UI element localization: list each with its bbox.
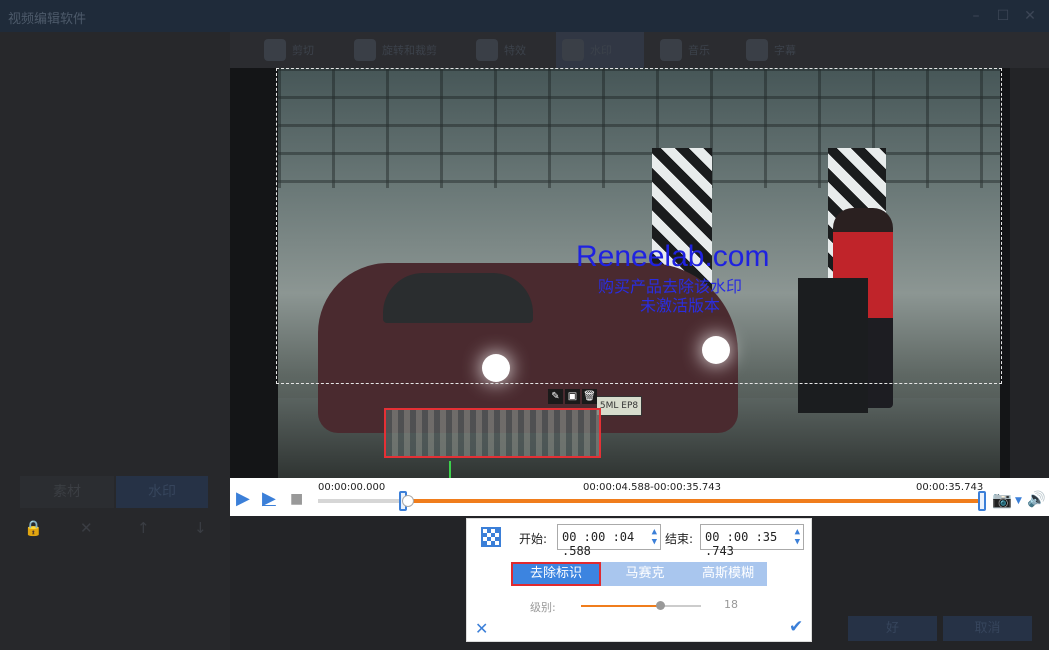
video-editor-window: 视频编辑软件 – ☐ ✕ 素材 水印 🔒 ✕ ↑ ↓ 剪切 旋转和裁剪 特效 水… bbox=[0, 0, 1049, 650]
end-time-spinner[interactable]: ▲ ▼ bbox=[795, 527, 800, 547]
headlight-right bbox=[702, 336, 730, 364]
video-preview: 5ML EP8 Reneelab.com 购买产品去除该水印 未激活版本 ✎ ▣… bbox=[230, 68, 1010, 478]
start-label: 开始: bbox=[519, 532, 548, 546]
tool-music[interactable]: 音乐 bbox=[660, 32, 710, 68]
cancel-button[interactable]: 取消 bbox=[943, 616, 1032, 641]
headlight-left bbox=[482, 354, 510, 382]
tool-watermark-label: 水印 bbox=[590, 44, 612, 57]
mode-gaussian-blur[interactable]: 高斯模糊 bbox=[689, 562, 767, 586]
play-icon[interactable]: ▶ bbox=[236, 488, 250, 509]
mode-mosaic[interactable]: 马赛克 bbox=[601, 562, 689, 586]
tool-cut[interactable]: 剪切 bbox=[264, 32, 314, 68]
down-arrow-icon[interactable]: ↓ bbox=[194, 519, 207, 537]
level-value: 18 bbox=[724, 598, 738, 611]
tool-effects[interactable]: 特效 bbox=[476, 32, 526, 68]
end-label: 结束: bbox=[665, 532, 694, 546]
close-button[interactable]: ✕ bbox=[1020, 6, 1040, 26]
edit-icon[interactable]: ✎ bbox=[548, 389, 563, 404]
film-reel-icon bbox=[562, 39, 584, 61]
end-time-field[interactable]: 00 :00 :35 .743 ▲ ▼ bbox=[700, 524, 804, 558]
tab-watermark[interactable]: 水印 bbox=[116, 476, 208, 508]
confirm-check-icon[interactable]: ✔ bbox=[789, 617, 803, 637]
level-slider-fill bbox=[581, 605, 661, 607]
left-panel: 素材 水印 🔒 ✕ ↑ ↓ bbox=[0, 32, 230, 650]
timeline-bar: ▶ ▶ ■ 00:00:00.000 00:00:04.588-00:00:35… bbox=[230, 478, 1049, 516]
playhead-knob[interactable] bbox=[402, 495, 414, 507]
trash-icon[interactable]: 🗑 bbox=[582, 389, 597, 404]
timeline-range: 00:00:04.588-00:00:35.743 bbox=[583, 482, 721, 493]
music-note-icon bbox=[660, 39, 682, 61]
tool-effects-label: 特效 bbox=[504, 44, 526, 57]
tool-subtitle[interactable]: 字幕 bbox=[746, 32, 796, 68]
mode-remove-logo[interactable]: 去除标识 bbox=[511, 562, 601, 586]
ceiling-grid bbox=[278, 68, 1000, 188]
podium bbox=[798, 278, 868, 413]
delete-icon[interactable]: ✕ bbox=[80, 519, 93, 537]
start-time-spinner[interactable]: ▲ ▼ bbox=[652, 527, 657, 547]
end-time-value: 00 :00 :35 .743 bbox=[705, 530, 778, 558]
tool-subtitle-label: 字幕 bbox=[774, 44, 796, 57]
window-title: 视频编辑软件 bbox=[8, 12, 87, 27]
watermark-removal-panel: 开始: 00 :00 :04 .588 ▲ ▼ 结束: 00 :00 :35 .7… bbox=[466, 518, 812, 642]
watermark-text-main: Reneelab.com bbox=[576, 240, 770, 273]
camera-icon[interactable]: 📷 bbox=[992, 490, 1012, 509]
start-time-field[interactable]: 00 :00 :04 .588 ▲ ▼ bbox=[557, 524, 661, 558]
tool-music-label: 音乐 bbox=[688, 44, 710, 57]
timeline-start-time: 00:00:00.000 bbox=[318, 482, 386, 493]
stop-icon[interactable]: ■ bbox=[290, 491, 303, 507]
cancel-icon[interactable]: ✕ bbox=[475, 619, 488, 638]
level-label: 级别: bbox=[530, 601, 556, 614]
tool-rotate-crop[interactable]: 旋转和裁剪 bbox=[354, 32, 437, 68]
top-toolbar: 剪切 旋转和裁剪 特效 水印 音乐 字幕 bbox=[230, 32, 1049, 68]
watermark-text-inactive: 未激活版本 bbox=[640, 296, 721, 315]
mosaic-icon bbox=[481, 527, 501, 547]
chevron-down-icon[interactable]: ▼ bbox=[1015, 496, 1022, 506]
crop-icon bbox=[354, 39, 376, 61]
ok-button[interactable]: 好 bbox=[848, 616, 937, 641]
video-frame[interactable]: 5ML EP8 Reneelab.com 购买产品去除该水印 未激活版本 ✎ ▣… bbox=[278, 68, 1000, 478]
selection-end-handle[interactable] bbox=[978, 491, 986, 511]
minimize-button[interactable]: – bbox=[966, 6, 986, 26]
up-arrow-icon[interactable]: ↑ bbox=[137, 519, 150, 537]
start-time-value: 00 :00 :04 .588 bbox=[562, 530, 635, 558]
box-toolbar: ✎ ▣ 🗑 bbox=[548, 389, 597, 404]
timeline-end-time: 00:00:35.743 bbox=[916, 482, 984, 493]
license-plate: 5ML EP8 bbox=[596, 396, 642, 416]
lock-icon[interactable]: 🔒 bbox=[24, 519, 43, 537]
play-selection-icon[interactable]: ▶ bbox=[262, 488, 276, 509]
playhead-marker bbox=[449, 461, 451, 478]
level-slider-knob[interactable] bbox=[656, 601, 666, 610]
tool-rotate-crop-label: 旋转和裁剪 bbox=[382, 44, 437, 57]
maximize-button[interactable]: ☐ bbox=[993, 6, 1013, 26]
subtitle-icon bbox=[746, 39, 768, 61]
effects-icon bbox=[476, 39, 498, 61]
tool-watermark[interactable]: 水印 bbox=[556, 32, 644, 68]
image-icon[interactable]: ▣ bbox=[565, 389, 580, 404]
timeline-selection bbox=[402, 499, 982, 503]
car-window bbox=[383, 273, 533, 323]
tab-material[interactable]: 素材 bbox=[20, 476, 114, 508]
volume-icon[interactable]: 🔊 bbox=[1027, 490, 1046, 508]
watermark-removal-box[interactable] bbox=[384, 408, 601, 458]
scissors-icon bbox=[264, 39, 286, 61]
tool-cut-label: 剪切 bbox=[292, 44, 314, 57]
title-bar: 视频编辑软件 – ☐ ✕ bbox=[0, 0, 1049, 32]
